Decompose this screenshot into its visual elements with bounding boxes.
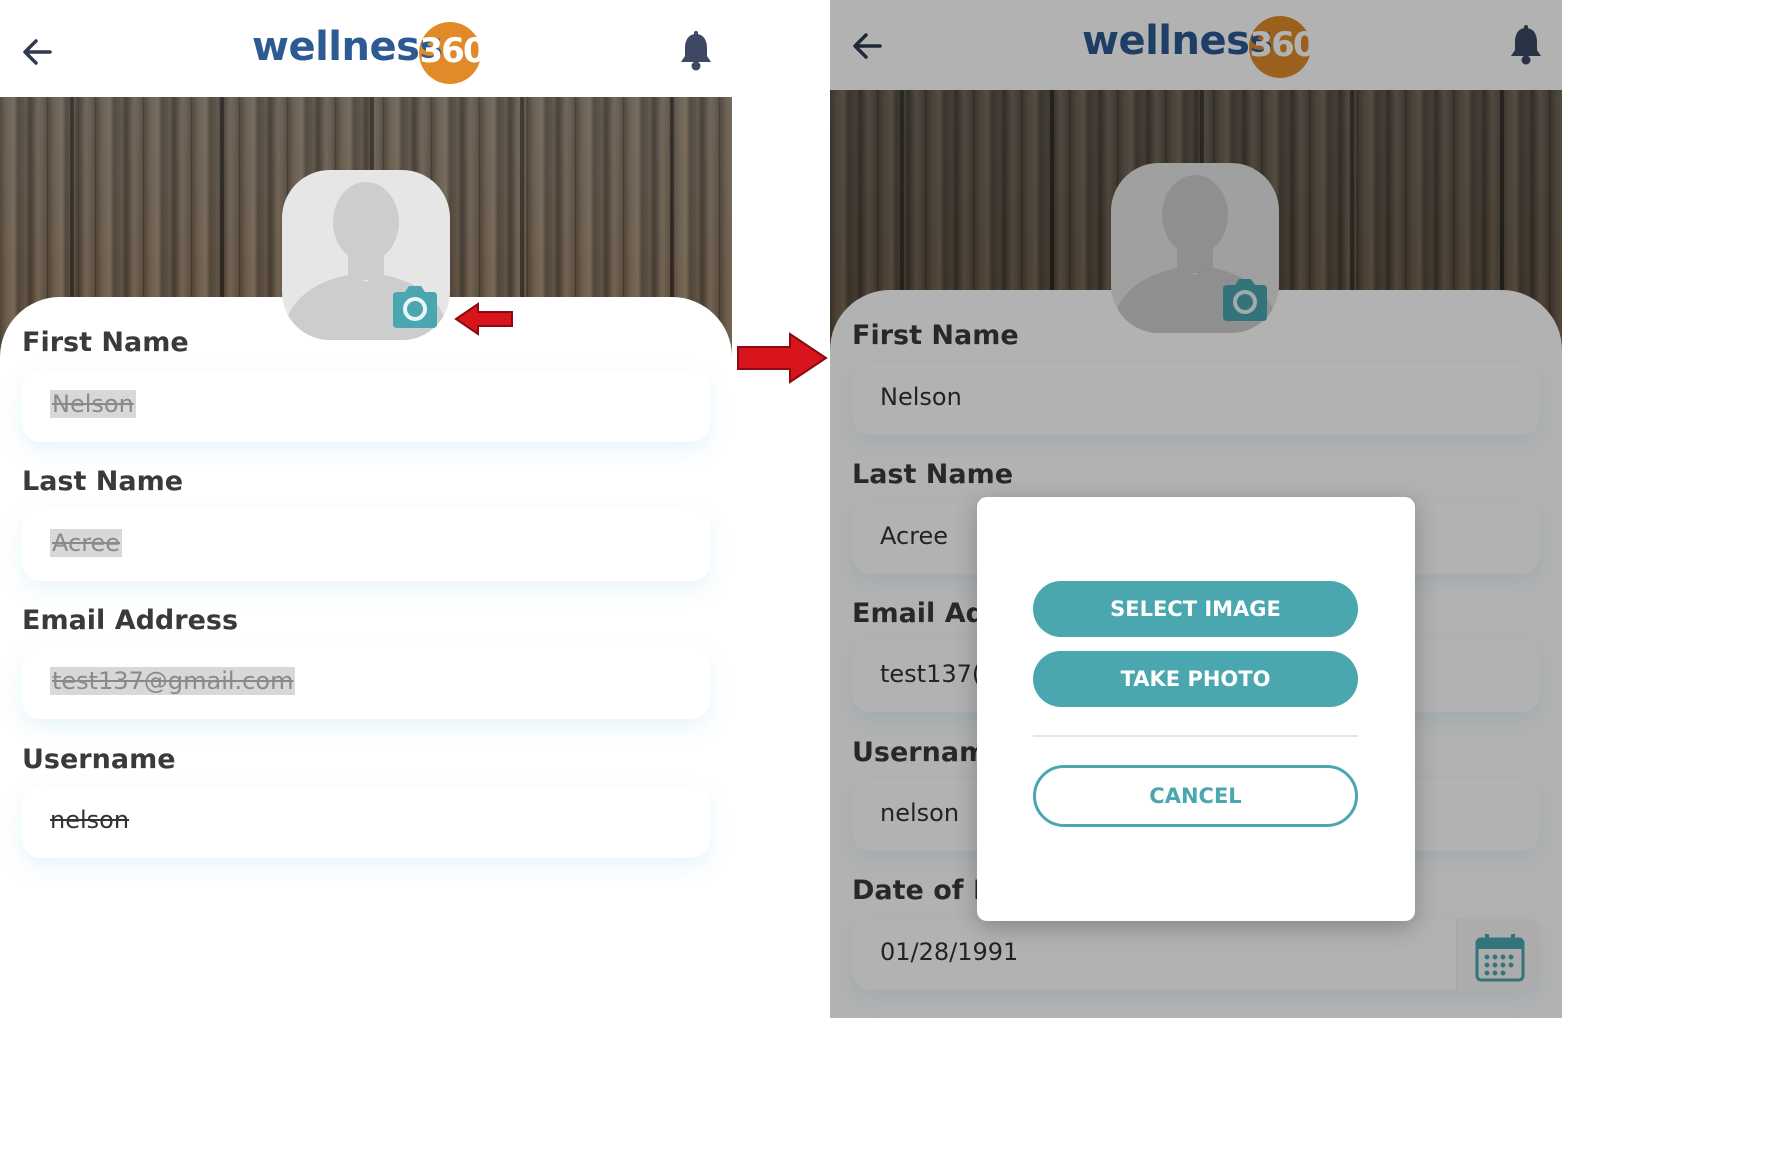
app-header: wellness 360 [0,0,732,97]
flow-arrow-icon [737,332,828,384]
last-name-label: Last Name [22,466,184,497]
logo-number: 360 [419,31,486,71]
last-name-value: Acree [50,529,123,557]
username-field[interactable]: nelson [22,786,710,858]
profile-screen-before: wellness 360 First Name Nelson Last Name… [0,0,732,1151]
cancel-button[interactable]: CANCEL [1033,765,1358,827]
first-name-label: First Name [22,327,189,358]
email-value: test137@gmail.com [50,667,296,695]
bell-icon[interactable] [678,30,714,72]
logo-word: wellness [252,24,443,70]
dialog-divider [1033,735,1358,737]
first-name-value: Nelson [50,390,136,418]
profile-screen-after: wellness 360 First Name Nelson Last Name… [830,0,1562,1018]
photo-source-dialog: SELECT IMAGE TAKE PHOTO CANCEL [977,497,1415,921]
username-label: Username [22,744,176,775]
back-arrow-icon[interactable] [20,32,56,72]
select-image-button[interactable]: SELECT IMAGE [1033,581,1358,637]
first-name-field[interactable]: Nelson [22,370,710,442]
wellness360-logo: wellness 360 [252,18,492,84]
username-value: nelson [50,806,130,834]
take-photo-button[interactable]: TAKE PHOTO [1033,651,1358,707]
red-pointer-arrow-icon [454,302,513,336]
email-label: Email Address [22,605,239,636]
camera-icon[interactable] [390,284,440,330]
email-field[interactable]: test137@gmail.com [22,647,710,719]
last-name-field[interactable]: Acree [22,509,710,581]
